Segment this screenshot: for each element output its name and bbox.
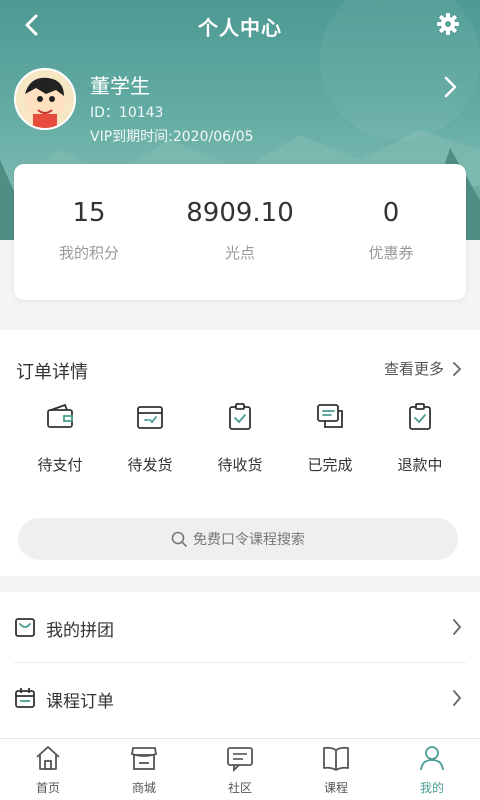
chevron-right-icon [453, 361, 462, 376]
tab-home[interactable]: 首页 [0, 739, 96, 800]
chevron-right-icon [453, 619, 462, 635]
order-label: 已完成 [307, 456, 353, 474]
vip-expiry: VIP到期时间:2020/06/05 [90, 129, 254, 145]
tab-label: 我的 [419, 781, 444, 795]
order-completed[interactable]: 已完成 [282, 402, 378, 475]
tab-store[interactable]: 商城 [96, 739, 192, 800]
stats-card: 15 我的积分 8909.10 光点 0 优惠券 [14, 164, 466, 300]
view-more-label: 查看更多 [383, 360, 444, 378]
tab-label: 商城 [131, 781, 156, 795]
calendar-icon [15, 688, 35, 708]
stat-light-points[interactable]: 8909.10 光点 [165, 198, 315, 263]
order-pending-shipment[interactable]: 待发货 [102, 402, 198, 475]
stat-label: 我的积分 [58, 244, 119, 262]
order-pending-receipt[interactable]: 待收货 [192, 402, 288, 475]
order-refunding[interactable]: 退款中 [372, 402, 468, 475]
menu-list: 我的拼团 课程订单 [0, 592, 480, 738]
gear-icon[interactable] [436, 12, 460, 36]
tab-mine[interactable]: 我的 [384, 739, 480, 800]
stat-value: 8909.10 [186, 198, 294, 228]
chevron-right-icon [453, 690, 462, 706]
chevron-right-icon[interactable] [440, 74, 460, 100]
top-nav: 个人中心 [0, 0, 480, 50]
chat-done-icon [317, 404, 343, 428]
tab-label: 首页 [35, 781, 60, 795]
order-label: 退款中 [397, 456, 443, 474]
clipboard-refund-icon [409, 403, 431, 430]
order-label: 待收货 [217, 456, 263, 474]
order-pending-payment[interactable]: 待支付 [12, 402, 108, 475]
course-search-input[interactable]: 免费口令课程搜索 [18, 518, 458, 560]
order-label: 待支付 [37, 456, 83, 474]
stat-value: 0 [382, 198, 400, 228]
bag-icon [15, 618, 35, 637]
search-icon [171, 531, 187, 547]
store-icon [130, 747, 158, 770]
profile-summary[interactable]: 董学生 ID：10143 VIP到期时间:2020/06/05 [14, 66, 474, 146]
stat-coupons[interactable]: 0 优惠券 [316, 198, 466, 263]
stat-value: 15 [72, 198, 106, 228]
chat-icon [227, 747, 253, 773]
order-label: 待发货 [127, 456, 173, 474]
menu-label: 课程订单 [46, 692, 114, 712]
wallet-icon [47, 403, 73, 428]
orders-title: 订单详情 [16, 362, 88, 383]
clipboard-check-icon [229, 403, 251, 430]
menu-item-group-buy[interactable]: 我的拼团 [0, 592, 480, 663]
user-id: ID：10143 [90, 105, 164, 121]
box-icon [137, 406, 163, 429]
orders-section: 订单详情 查看更多 待支付 待发货 待收货 已完成 退款中 免费口令课程搜索 [0, 330, 480, 576]
avatar-cartoon-icon [25, 77, 65, 128]
menu-label: 我的拼团 [46, 621, 114, 641]
page-title: 个人中心 [198, 16, 282, 40]
tab-courses[interactable]: 课程 [288, 739, 384, 800]
home-icon [36, 746, 60, 770]
bottom-tab-bar: 首页 商城 社区 课程 我的 [0, 738, 480, 800]
stat-label: 优惠券 [368, 244, 414, 262]
avatar[interactable] [14, 68, 76, 130]
user-name: 董学生 [90, 74, 150, 98]
book-icon [323, 746, 349, 771]
tab-community[interactable]: 社区 [192, 739, 288, 800]
search-placeholder: 免费口令课程搜索 [193, 532, 305, 548]
menu-item-course-orders[interactable]: 课程订单 [0, 663, 480, 733]
tab-label: 社区 [227, 781, 252, 795]
stat-points[interactable]: 15 我的积分 [14, 198, 164, 263]
stat-label: 光点 [224, 244, 255, 262]
view-more-link[interactable]: 查看更多 [384, 358, 462, 379]
tab-label: 课程 [323, 781, 348, 795]
user-icon [420, 746, 444, 771]
